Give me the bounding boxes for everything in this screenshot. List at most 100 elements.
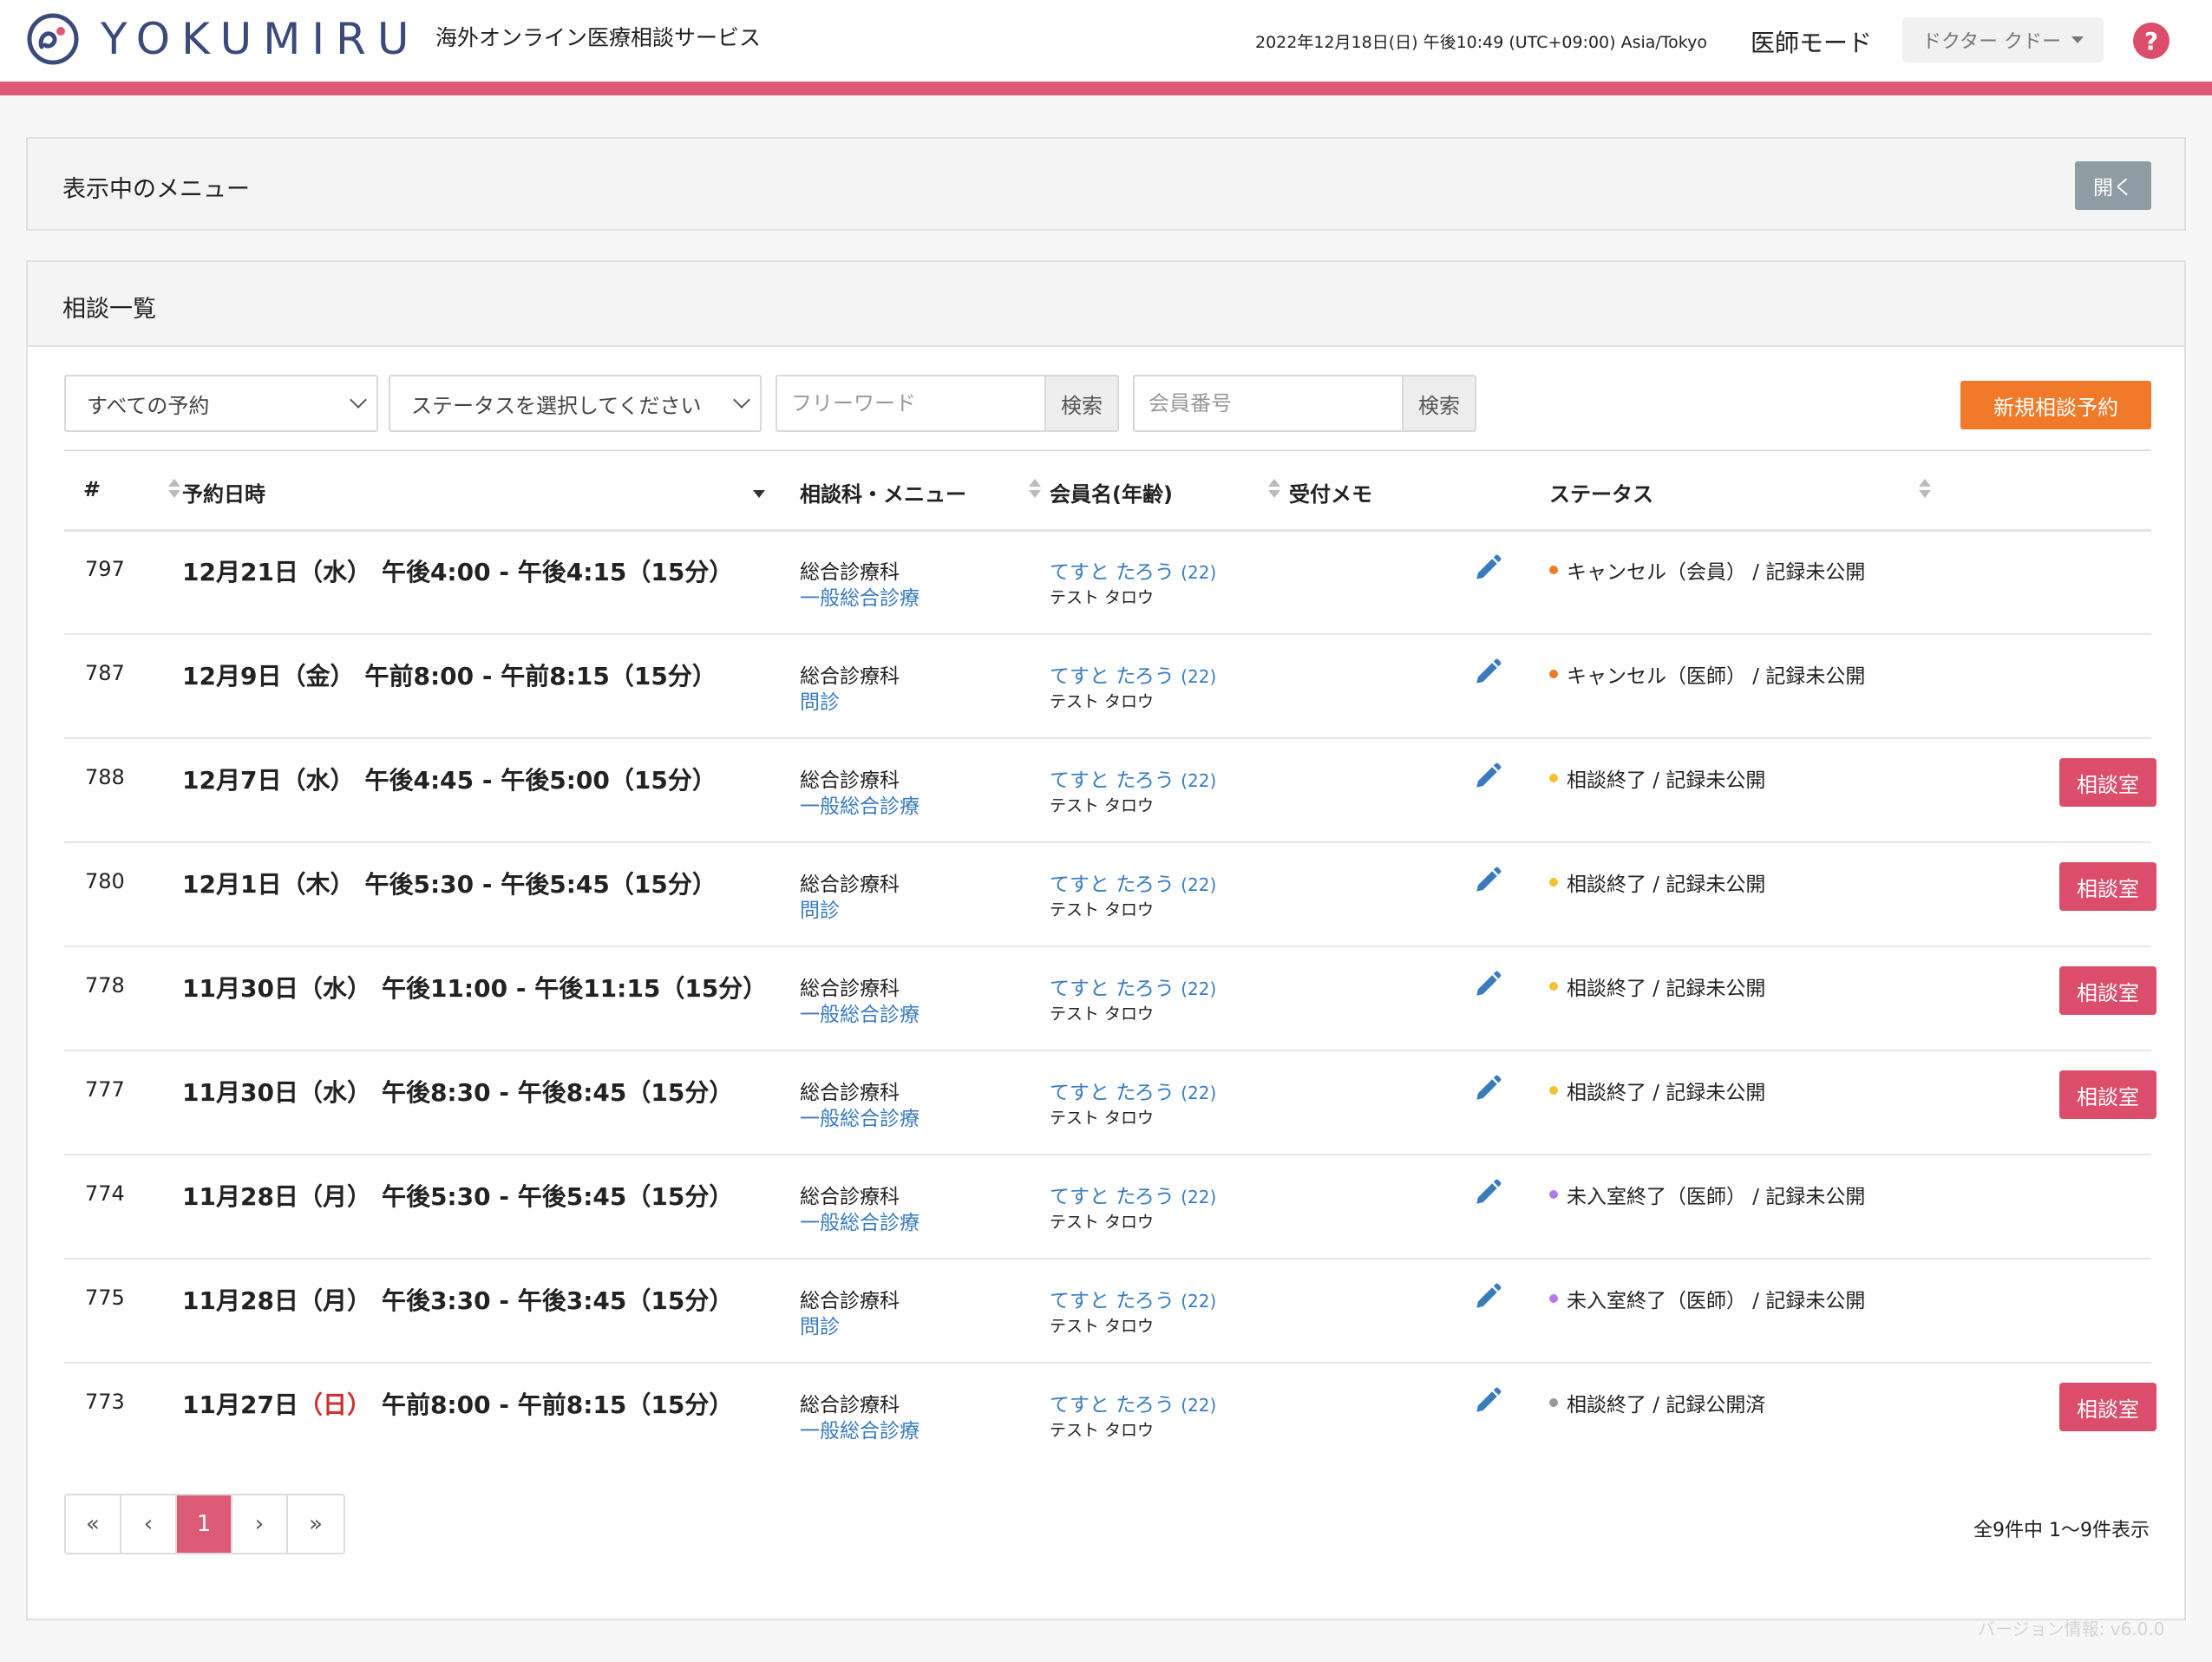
row-member-kana: テスト タロウ bbox=[1050, 692, 1155, 711]
first-page-button[interactable]: « bbox=[66, 1495, 121, 1553]
row-member-link[interactable]: てすと たろう (22) bbox=[1050, 972, 1216, 1001]
member-name: てすと たろう bbox=[1050, 874, 1175, 896]
member-age: (22) bbox=[1181, 666, 1217, 687]
pencil-icon[interactable] bbox=[1473, 866, 1502, 895]
row-member-link[interactable]: てすと たろう (22) bbox=[1050, 555, 1216, 585]
sort-desc-icon[interactable] bbox=[753, 477, 765, 500]
member-age: (22) bbox=[1181, 1291, 1217, 1312]
row-member-link[interactable]: てすと たろう (22) bbox=[1050, 1076, 1216, 1105]
col-member[interactable]: 会員名(年齢) bbox=[1050, 477, 1173, 507]
pencil-icon[interactable] bbox=[1473, 762, 1502, 791]
row-member-link[interactable]: てすと たろう (22) bbox=[1050, 867, 1216, 897]
row-date: 12月9日 bbox=[182, 662, 282, 690]
row-status: 相談終了 / 記録未公開 bbox=[1549, 972, 1765, 1001]
status-dot-icon bbox=[1549, 1398, 1558, 1407]
row-datetime: 12月7日（水） 午後4:45 - 午後5:00（15分） bbox=[182, 762, 717, 796]
member-name: てすと たろう bbox=[1050, 1290, 1175, 1312]
row-date: 12月7日 bbox=[182, 766, 282, 795]
col-status[interactable]: ステータス bbox=[1549, 477, 1653, 507]
status-filter-value: ステータスを選択してください bbox=[411, 393, 702, 418]
freeword-search-button[interactable]: 検索 bbox=[1044, 375, 1119, 432]
status-text: キャンセル（会員） / 記録未公開 bbox=[1567, 561, 1866, 584]
new-consultation-button[interactable]: 新規相談予約 bbox=[1960, 381, 2151, 429]
member-search-button[interactable]: 検索 bbox=[1402, 375, 1476, 432]
table-row: 778 11月30日（水） 午後11:00 - 午後11:15（15分） 総合診療科一… bbox=[64, 946, 2156, 1051]
pencil-icon[interactable] bbox=[1473, 553, 1502, 583]
status-text: キャンセル（医師） / 記録未公開 bbox=[1567, 665, 1866, 688]
member-name: てすと たろう bbox=[1050, 978, 1175, 1000]
row-weekday: （日） bbox=[298, 1390, 371, 1419]
row-menu-link[interactable]: 一般総合診療 bbox=[800, 1102, 919, 1131]
prev-page-button[interactable]: ‹ bbox=[121, 1495, 177, 1553]
row-menu-link[interactable]: 一般総合診療 bbox=[800, 1206, 919, 1235]
consultation-room-button[interactable]: 相談室 bbox=[2059, 1383, 2156, 1431]
sort-icon[interactable] bbox=[1919, 477, 1931, 500]
row-menu-link[interactable]: 問診 bbox=[800, 685, 840, 715]
chevron-down-icon bbox=[733, 391, 750, 409]
status-filter-select[interactable]: ステータスを選択してください bbox=[389, 375, 762, 432]
row-weekday: （水） bbox=[281, 766, 355, 795]
row-dept: 総合診療科 bbox=[800, 1082, 900, 1104]
row-member-link[interactable]: てすと たろう (22) bbox=[1050, 1284, 1216, 1313]
member-age: (22) bbox=[1181, 874, 1217, 895]
row-dept: 総合診療科 bbox=[800, 1394, 900, 1417]
pencil-icon[interactable] bbox=[1473, 970, 1502, 999]
row-status: 未入室終了（医師） / 記録未公開 bbox=[1549, 1284, 1865, 1313]
user-menu-dropdown[interactable]: ドクター クドー bbox=[1902, 17, 2104, 62]
row-weekday: （水） bbox=[298, 558, 371, 586]
open-menu-button[interactable]: 開く bbox=[2075, 161, 2151, 210]
row-menu-link[interactable]: 問診 bbox=[800, 893, 840, 923]
member-name: てすと たろう bbox=[1050, 1082, 1175, 1104]
row-status: 相談終了 / 記録未公開 bbox=[1549, 867, 1765, 897]
col-datetime[interactable]: 予約日時 bbox=[182, 477, 265, 507]
pencil-icon[interactable] bbox=[1473, 1178, 1502, 1207]
last-page-button[interactable]: » bbox=[288, 1495, 344, 1553]
row-menu-link[interactable]: 一般総合診療 bbox=[800, 1414, 919, 1443]
row-menu-link[interactable]: 一般総合診療 bbox=[800, 581, 919, 611]
row-menu-link[interactable]: 一般総合診療 bbox=[800, 998, 919, 1027]
consultation-room-button[interactable]: 相談室 bbox=[2059, 966, 2156, 1015]
sort-icon[interactable] bbox=[1029, 477, 1041, 500]
member-number-input[interactable] bbox=[1133, 375, 1402, 432]
consultation-room-button[interactable]: 相談室 bbox=[2059, 1070, 2156, 1119]
status-text: 相談終了 / 記録未公開 bbox=[1567, 978, 1766, 1000]
help-icon[interactable]: ? bbox=[2133, 23, 2169, 59]
col-id[interactable]: # bbox=[83, 477, 101, 501]
row-time: 午後11:00 - 午後11:15（15分） bbox=[381, 974, 768, 1003]
pencil-icon[interactable] bbox=[1473, 1386, 1502, 1416]
row-datetime: 11月28日（月） 午後5:30 - 午後5:45（15分） bbox=[182, 1178, 733, 1213]
row-datetime: 12月1日（木） 午後5:30 - 午後5:45（15分） bbox=[182, 866, 717, 900]
logo-text[interactable]: YOKUMIRU bbox=[101, 12, 420, 66]
pencil-icon[interactable] bbox=[1473, 658, 1502, 687]
consultation-room-button[interactable]: 相談室 bbox=[2059, 758, 2156, 807]
page-1-button[interactable]: 1 bbox=[177, 1495, 232, 1553]
row-menu-link[interactable]: 一般総合診療 bbox=[800, 789, 919, 819]
pencil-icon[interactable] bbox=[1473, 1074, 1502, 1103]
col-memo: 受付メモ bbox=[1289, 482, 1372, 507]
row-date: 12月1日 bbox=[182, 870, 282, 899]
row-member-link[interactable]: てすと たろう (22) bbox=[1050, 763, 1216, 793]
consultation-list-panel: 相談一覧 すべての予約 ステータスを選択してください 検索 検索 新規相談予約 … bbox=[26, 260, 2186, 1620]
next-page-button[interactable]: › bbox=[232, 1495, 288, 1553]
freeword-search-group: 検索 bbox=[776, 375, 1119, 432]
row-menu-link[interactable]: 問診 bbox=[800, 1310, 840, 1339]
row-date: 11月28日 bbox=[182, 1286, 298, 1315]
row-member-link[interactable]: てすと たろう (22) bbox=[1050, 659, 1216, 689]
reservation-filter-select[interactable]: すべての予約 bbox=[64, 375, 378, 432]
row-dept: 総合診療科 bbox=[800, 874, 900, 896]
sort-icon[interactable] bbox=[168, 477, 180, 500]
consultation-room-button[interactable]: 相談室 bbox=[2059, 862, 2156, 911]
freeword-input[interactable] bbox=[776, 375, 1044, 432]
pencil-icon[interactable] bbox=[1473, 1282, 1502, 1312]
row-member-link[interactable]: てすと たろう (22) bbox=[1050, 1180, 1216, 1209]
row-member-link[interactable]: てすと たろう (22) bbox=[1050, 1388, 1216, 1417]
col-dept[interactable]: 相談科・メニュー bbox=[800, 477, 966, 507]
user-name: ドクター クドー bbox=[1921, 31, 2062, 53]
row-member-kana: テスト タロウ bbox=[1050, 1317, 1155, 1336]
table-row: 773 11月27日（日） 午前8:00 - 午前8:15（15分） 総合診療科 一般総… bbox=[64, 1362, 2156, 1466]
row-id: 788 bbox=[85, 765, 125, 789]
member-age: (22) bbox=[1181, 562, 1217, 583]
row-datetime: 11月30日（水） 午後8:30 - 午後8:45（15分） bbox=[182, 1074, 733, 1109]
row-time: 午後4:00 - 午後4:15（15分） bbox=[381, 558, 734, 586]
sort-icon[interactable] bbox=[1268, 477, 1280, 500]
